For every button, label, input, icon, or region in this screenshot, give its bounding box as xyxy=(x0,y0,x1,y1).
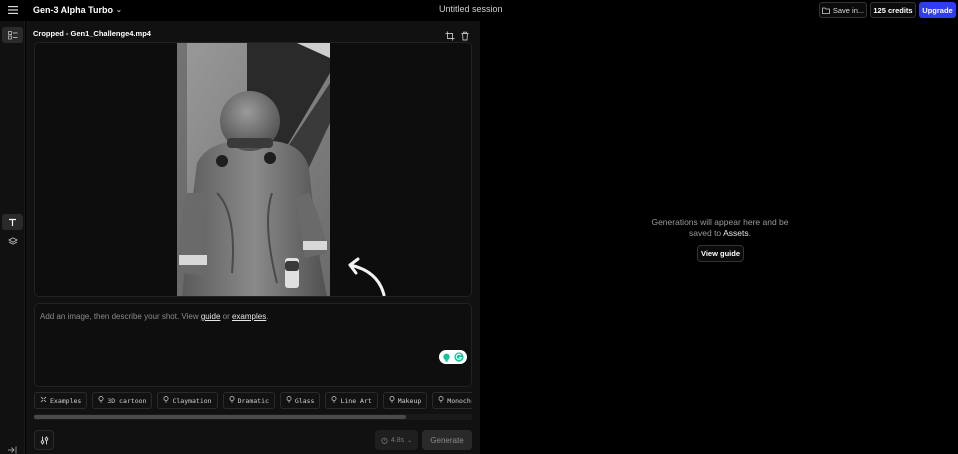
prompt-input[interactable]: Add an image, then describe your shot. V… xyxy=(34,303,472,387)
save-in-button[interactable]: Save in... xyxy=(819,2,867,18)
sparkle-icon xyxy=(40,396,47,405)
empty-state-message: Generations will appear here and be save… xyxy=(651,217,789,238)
sliders-icon xyxy=(40,436,48,444)
editor-panel: Cropped - Gen1_Challenge4.mp4 Add an ima… xyxy=(8,21,480,454)
style-chip[interactable]: Examples xyxy=(34,392,88,409)
style-chip-label: 3D cartoon xyxy=(107,396,147,405)
menu-icon[interactable] xyxy=(6,4,20,16)
settings-button[interactable] xyxy=(34,430,54,450)
lightbulb-icon xyxy=(443,353,450,362)
media-preview[interactable] xyxy=(34,42,472,297)
layers-icon xyxy=(7,236,18,245)
view-guide-button[interactable]: View guide xyxy=(697,245,744,262)
assets-panel-button[interactable] xyxy=(2,27,23,43)
style-chip[interactable]: Line Art xyxy=(325,392,378,409)
grammarly-icon xyxy=(454,352,464,362)
style-chip[interactable]: Makeup xyxy=(382,392,428,409)
crop-icon[interactable] xyxy=(445,28,457,41)
timer-icon xyxy=(381,437,388,444)
credits-button[interactable]: 125 credits xyxy=(870,2,916,18)
style-chips: Examples 3D cartoon Claymation Dramatic Glas… xyxy=(34,392,472,410)
bulb-icon xyxy=(438,396,444,405)
bulb-icon xyxy=(98,396,104,405)
bulb-icon xyxy=(331,396,337,405)
upgrade-button[interactable]: Upgrade xyxy=(919,2,956,18)
prompt-placeholder: Add an image, then describe your shot. V… xyxy=(40,312,269,321)
layers-tool-button[interactable] xyxy=(2,233,23,249)
style-chip[interactable]: Glass xyxy=(279,392,321,409)
curved-arrow-icon xyxy=(348,257,386,296)
style-chip-label: Claymation xyxy=(172,396,212,405)
tool-rail xyxy=(0,21,25,454)
duration-value: 4.8s xyxy=(390,436,405,444)
collapse-sidebar-icon[interactable] xyxy=(7,441,19,454)
model-name: Gen-3 Alpha Turbo xyxy=(33,5,113,15)
video-thumbnail xyxy=(177,43,330,296)
style-chip[interactable]: Monochrome xyxy=(432,392,472,409)
generations-area: Generations will appear here and be save… xyxy=(480,21,958,454)
style-chip[interactable]: Claymation xyxy=(157,392,218,409)
trash-icon[interactable] xyxy=(460,28,472,41)
horizontal-scrollbar[interactable] xyxy=(34,414,472,420)
bulb-icon xyxy=(229,396,235,405)
chevron-down-icon: ⌄ xyxy=(407,437,413,444)
bulb-icon xyxy=(163,396,169,405)
generate-button[interactable]: Generate xyxy=(422,430,472,450)
style-chip-label: Examples xyxy=(50,396,82,405)
style-chip-label: Dramatic xyxy=(237,396,269,405)
text-icon xyxy=(9,218,16,226)
session-title[interactable]: Untitled session xyxy=(439,4,503,14)
grammarly-widget[interactable] xyxy=(439,350,467,364)
style-chip[interactable]: Dramatic xyxy=(222,392,275,409)
style-chip-label: Makeup xyxy=(397,396,422,405)
style-chip[interactable]: 3D cartoon xyxy=(92,392,153,409)
style-chip-label: Monochrome xyxy=(447,396,472,405)
save-in-label: Save in... xyxy=(832,5,865,15)
bulb-icon xyxy=(286,396,292,405)
style-chip-label: Glass xyxy=(294,396,315,405)
style-chip-label: Line Art xyxy=(340,396,372,405)
chevron-down-icon: ⌄ xyxy=(116,7,122,14)
top-bar: Gen-3 Alpha Turbo ⌄ Untitled session Sav… xyxy=(0,0,958,21)
scrollbar-thumb[interactable] xyxy=(34,415,406,419)
guide-link[interactable]: guide xyxy=(201,312,221,321)
text-tool-button[interactable] xyxy=(2,214,23,230)
model-selector[interactable]: Gen-3 Alpha Turbo ⌄ xyxy=(33,3,122,17)
duration-selector[interactable]: 4.8s ⌄ xyxy=(375,430,418,450)
assets-link[interactable]: Assets xyxy=(723,228,749,238)
grid-list-icon xyxy=(7,30,17,39)
bulb-icon xyxy=(389,396,395,405)
file-name: Cropped - Gen1_Challenge4.mp4 xyxy=(33,29,151,38)
examples-link[interactable]: examples xyxy=(232,312,266,321)
folder-icon xyxy=(821,7,830,14)
